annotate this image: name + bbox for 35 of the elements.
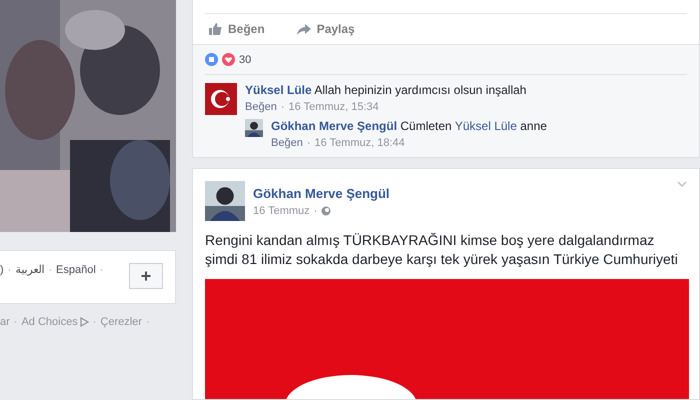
reply-time: 16 Temmuz, 18:44: [314, 137, 405, 149]
separator-dot: ·: [280, 101, 284, 113]
separator-dot: ·: [92, 316, 96, 328]
comment-text: Yüksel Lüle Allah hepinizin yardımcısı olsun inşallah: [245, 83, 528, 97]
like-reaction-icon: [205, 53, 218, 66]
separator-dot: ·: [314, 204, 318, 216]
separator-dot: ·: [306, 137, 310, 149]
author-link[interactable]: Yüksel Lüle: [245, 83, 312, 97]
crescent-avatar: [205, 83, 237, 115]
thumbs-up-icon: [209, 23, 222, 35]
mention-link[interactable]: Yüksel Lüle: [454, 119, 517, 133]
add-language-button[interactable]: +: [129, 263, 163, 289]
like-link[interactable]: Beğen: [209, 22, 265, 36]
separator-dot: ·: [14, 316, 18, 328]
language-link[interactable]: Español: [56, 264, 96, 276]
like-link[interactable]: Beğen: [271, 137, 303, 149]
separator-dot: ·: [48, 264, 52, 276]
reaction-count: 30: [239, 54, 252, 66]
chevron-down-icon[interactable]: [677, 181, 687, 187]
separator-dot: ·: [8, 264, 12, 276]
ad-choices-icon: [80, 317, 89, 327]
author-link[interactable]: Gökhan Merve Şengül: [271, 119, 398, 133]
post-text: Rengini kandan almış TÜRKBAYRAĞINI kimse boş yere dalgalandırmaz şimdi 81 ilimiz sokakda darbeye karşı tek yürek yaşasın Türkiye Cumhuriyeti: [205, 231, 679, 269]
like-link[interactable]: Beğen: [245, 101, 277, 113]
separator-dot: ·: [146, 316, 150, 328]
heart-reaction-icon: [222, 53, 235, 66]
language-link[interactable]: ): [0, 264, 4, 276]
language-link[interactable]: العربية: [15, 263, 44, 276]
post-author[interactable]: Gökhan Merve Şengül: [253, 186, 669, 200]
reply-text: Gökhan Merve Şengül Cümleten Yüksel Lüle anne: [271, 119, 547, 133]
share-arrow-icon: [296, 24, 311, 34]
globe-icon: [321, 206, 332, 216]
comment-time: 16 Temmuz, 15:34: [288, 101, 379, 113]
separator-dot: ·: [100, 264, 104, 276]
share-link[interactable]: Paylaş: [296, 22, 355, 36]
